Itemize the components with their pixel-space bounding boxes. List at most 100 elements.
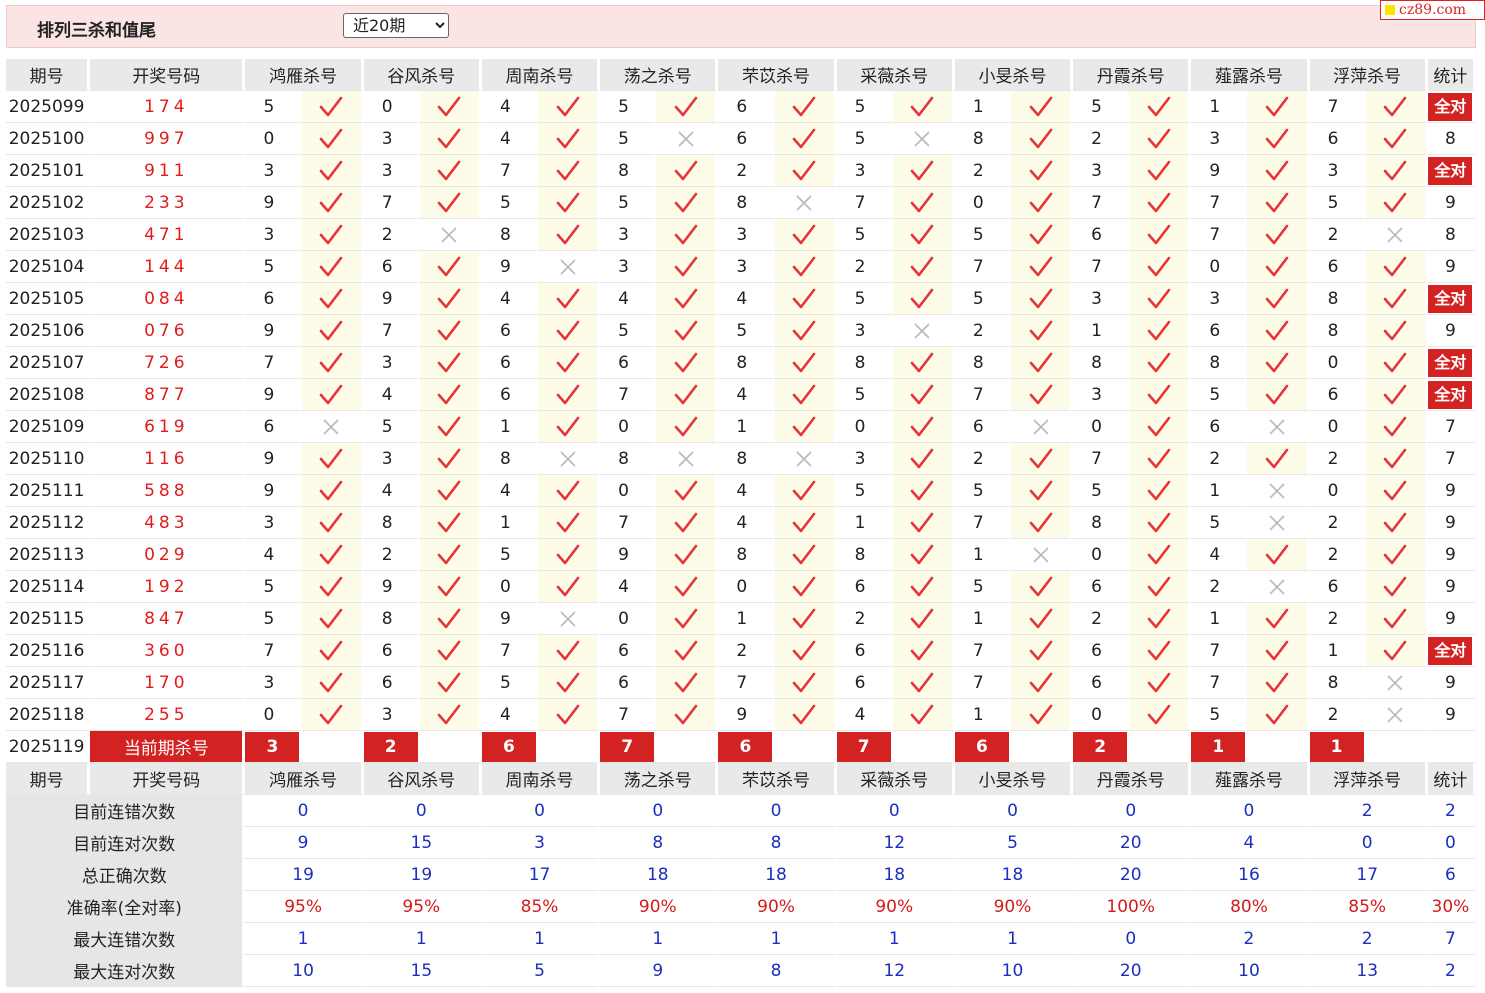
stat-cell: 7 — [1427, 443, 1476, 475]
kill-number-cell: 4 — [1191, 539, 1248, 571]
kill-number-cell: 1 — [1191, 475, 1248, 507]
kill-number-cell: 1 — [954, 603, 1011, 635]
result-correct — [892, 539, 955, 571]
kill-number-cell: 9 — [600, 539, 657, 571]
stat-cell: 9 — [1427, 475, 1476, 507]
summary-header-row: 期号 开奖号码 鸿雁杀号 谷风杀号 周南杀号 荡之杀号 芣苡杀号 采薇杀号 小旻杀号 丹霞杀号 薤露… — [6, 763, 1476, 795]
summary-label: 准确率(全对率) — [6, 891, 246, 923]
result-correct — [892, 155, 955, 187]
check-icon — [1265, 96, 1289, 116]
result-correct — [1010, 91, 1074, 123]
summary-value: 10 — [954, 955, 1074, 987]
result-correct — [1129, 379, 1192, 411]
current-kill-cell: 7 — [600, 731, 719, 763]
check-icon — [1029, 96, 1052, 116]
summary-value: 1 — [363, 923, 482, 955]
site-logo[interactable]: cz89.com — [1380, 0, 1485, 20]
kill-number-cell: 4 — [245, 539, 302, 571]
check-icon — [674, 192, 698, 212]
result-correct — [1129, 283, 1192, 315]
result-correct — [774, 507, 837, 539]
kill-number-cell: 7 — [1191, 219, 1248, 251]
check-icon — [674, 224, 698, 244]
stat-cell: 全对 — [1427, 91, 1476, 123]
table-row: 2025117 170 3 6 5 6 7 6 7 6 7 8 9 — [6, 667, 1476, 699]
kill-number-cell: 5 — [600, 91, 657, 123]
check-icon — [1383, 640, 1407, 660]
check-icon — [556, 192, 579, 212]
kill-number-cell: 8 — [600, 443, 657, 475]
summary-row: 最大连对次数 10 15 5 9 8 12 10 20 10 13 2 — [6, 955, 1476, 987]
summary-value: 0 — [954, 795, 1074, 827]
result-correct — [656, 603, 719, 635]
check-icon — [1383, 384, 1407, 404]
kill-number-cell: 8 — [481, 219, 539, 251]
check-icon — [1265, 192, 1289, 212]
cross-icon — [560, 450, 576, 467]
summary-value: 100% — [1073, 891, 1192, 923]
table-row: 2025100 997 0 3 4 5 6 5 8 2 3 6 8 — [6, 123, 1476, 155]
cross-icon — [441, 226, 457, 243]
summary-value: 18 — [600, 859, 719, 891]
column-header-expert: 周南杀号 — [481, 59, 601, 91]
draw-number-cell: 192 — [90, 571, 246, 603]
draw-number-cell: 877 — [90, 379, 246, 411]
result-correct — [774, 315, 837, 347]
result-correct — [1010, 443, 1074, 475]
summary-value: 19 — [245, 859, 364, 891]
summary-value: 12 — [836, 955, 955, 987]
result-wrong — [1247, 507, 1310, 539]
kill-number-cell: 9 — [1191, 155, 1248, 187]
result-correct — [301, 379, 364, 411]
kill-number-cell: 5 — [954, 475, 1011, 507]
result-correct — [656, 667, 719, 699]
check-icon — [1383, 256, 1407, 276]
result-correct — [301, 123, 364, 155]
result-wrong — [892, 315, 955, 347]
check-icon — [792, 512, 816, 532]
kill-number-cell: 5 — [954, 283, 1011, 315]
table-row: 2025105 084 6 9 4 4 4 5 5 3 3 8 全对 — [6, 283, 1476, 315]
kill-number-cell: 4 — [481, 123, 539, 155]
kill-number-cell: 1 — [1073, 315, 1130, 347]
result-correct — [419, 123, 482, 155]
kill-number-cell: 2 — [363, 219, 420, 251]
kill-number-cell: 4 — [718, 283, 775, 315]
result-correct — [774, 347, 837, 379]
check-icon — [1029, 224, 1052, 244]
result-correct — [538, 347, 601, 379]
current-kill-cell: 1 — [1191, 731, 1310, 763]
top-bar: 排列三杀和值尾 近20期 — [6, 5, 1476, 48]
kill-number-cell: 7 — [1073, 251, 1130, 283]
result-correct — [538, 187, 601, 219]
check-icon — [319, 224, 343, 244]
check-icon — [911, 512, 934, 532]
kill-number-cell: 3 — [718, 251, 775, 283]
summary-value: 9 — [245, 827, 364, 859]
summary-label: 目前连对次数 — [6, 827, 246, 859]
draw-number-cell: 255 — [90, 699, 246, 731]
column-header-stat: 统计 — [1427, 763, 1476, 795]
kill-number-cell: 1 — [481, 507, 539, 539]
summary-value: 1 — [481, 923, 601, 955]
result-correct — [1247, 91, 1310, 123]
kill-number-cell: 2 — [363, 539, 420, 571]
kill-number-cell: 6 — [1191, 315, 1248, 347]
summary-label: 目前连错次数 — [6, 795, 246, 827]
table-row: 2025110 116 9 3 8 8 8 3 2 7 2 2 7 — [6, 443, 1476, 475]
cross-icon — [796, 194, 812, 211]
kill-number-cell: 3 — [363, 699, 420, 731]
kill-number-cell: 7 — [1191, 635, 1248, 667]
stat-cell: 9 — [1427, 507, 1476, 539]
result-wrong — [419, 219, 482, 251]
result-wrong — [774, 187, 837, 219]
summary-value: 17 — [1309, 859, 1428, 891]
check-icon — [911, 256, 934, 276]
current-kill-number: 1 — [1309, 731, 1364, 762]
result-correct — [1010, 635, 1074, 667]
kill-number-cell: 0 — [600, 603, 657, 635]
period-select[interactable]: 近20期 — [343, 13, 449, 38]
kill-number-cell: 3 — [600, 219, 657, 251]
check-icon — [792, 640, 816, 660]
check-icon — [1147, 224, 1171, 244]
